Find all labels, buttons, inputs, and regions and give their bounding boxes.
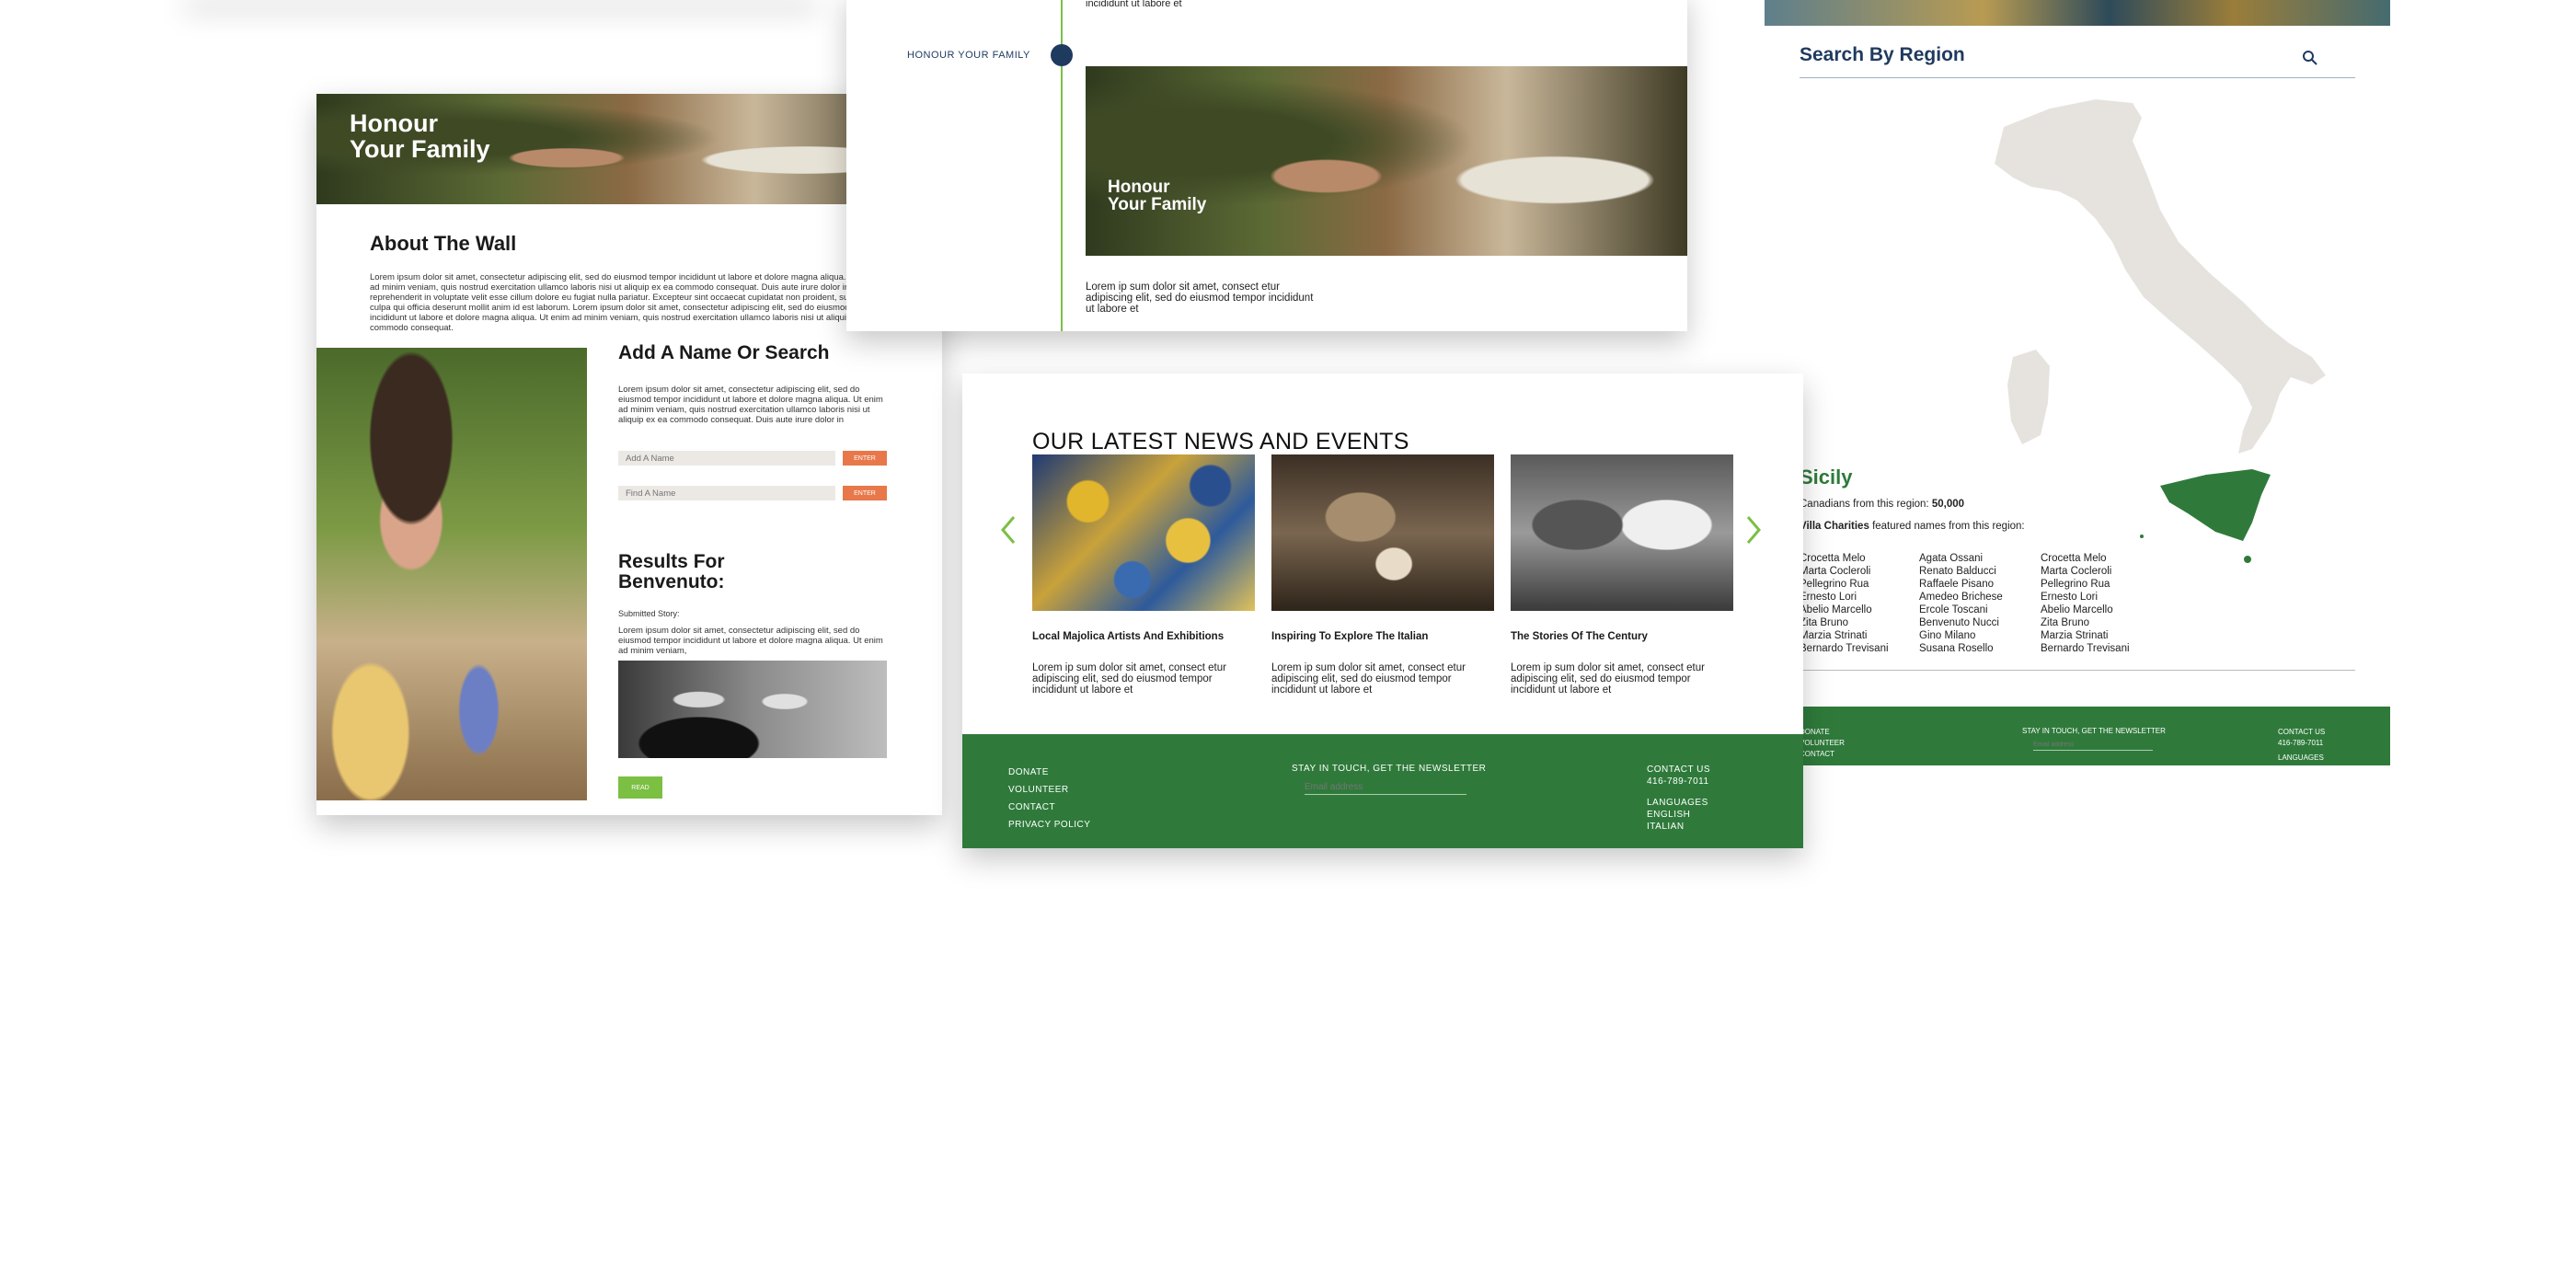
name-entry[interactable]: Amedeo Brichese bbox=[1919, 591, 2003, 604]
news-footer: DONATE VOLUNTEER CONTACT PRIVACY POLICY … bbox=[962, 734, 1803, 848]
region-search-underline bbox=[1800, 77, 2355, 78]
about-text: Lorem ipsum dolor sit amet, consectetur … bbox=[370, 272, 880, 333]
name-entry[interactable]: Raffaele Pisano bbox=[1919, 578, 2003, 591]
name-entry[interactable]: Benvenuto Nucci bbox=[1919, 616, 2003, 629]
name-entry[interactable]: Zita Bruno bbox=[2041, 616, 2130, 629]
news-item[interactable]: Inspiring To Explore The Italian Lorem i… bbox=[1271, 454, 1494, 696]
timeline-node[interactable] bbox=[1051, 44, 1073, 66]
name-entry[interactable]: Zita Bruno bbox=[1800, 616, 1889, 629]
news-email-input[interactable] bbox=[1305, 780, 1466, 795]
results-title: Results For Benvenuto: bbox=[618, 551, 725, 592]
footer-link[interactable]: CONTACT bbox=[1008, 799, 1090, 816]
name-entry[interactable]: Marzia Strinati bbox=[2041, 629, 2130, 642]
name-entry[interactable]: Bernardo Trevisani bbox=[2041, 642, 2130, 655]
timeline-image-title: Honour Your Family bbox=[1108, 178, 1207, 214]
name-entry[interactable]: Renato Balducci bbox=[1919, 565, 2003, 578]
news-contact: CONTACT US 416-789-7011 LANGUAGES ENGLIS… bbox=[1647, 765, 1711, 833]
news-item-title[interactable]: Local Majolica Artists And Exhibitions bbox=[1032, 631, 1255, 642]
news-item[interactable]: Local Majolica Artists And Exhibitions L… bbox=[1032, 454, 1255, 696]
name-entry[interactable]: Ernesto Lori bbox=[2041, 591, 2130, 604]
italy-map[interactable] bbox=[1949, 90, 2335, 569]
add-name-enter-button[interactable]: ENTER bbox=[843, 451, 887, 466]
name-entry[interactable]: Bernardo Trevisani bbox=[1800, 642, 1889, 655]
name-entry[interactable]: Gino Milano bbox=[1919, 629, 2003, 642]
map-sardinia bbox=[2007, 350, 2050, 444]
submitted-label: Submitted Story: bbox=[618, 609, 680, 618]
featured-line: Villa Charities featured names from this… bbox=[1800, 521, 2025, 532]
names-column-2: Agata Ossani Renato Balducci Raffaele Pi… bbox=[1919, 552, 2003, 655]
add-title: Add A Name Or Search bbox=[618, 342, 830, 363]
news-item-text: Lorem ip sum dolor sit amet, consect etu… bbox=[1032, 662, 1226, 696]
news-item-image bbox=[1511, 454, 1733, 611]
region-search-title: Search By Region bbox=[1800, 44, 1965, 65]
chevron-right-icon[interactable] bbox=[1744, 513, 1763, 546]
woman-photo bbox=[316, 348, 587, 800]
region-divider bbox=[1800, 670, 2355, 671]
news-title: OUR LATEST NEWS AND EVENTS bbox=[1032, 429, 1409, 454]
news-newsletter-title: STAY IN TOUCH, GET THE NEWSLETTER bbox=[1292, 764, 1487, 774]
chevron-left-icon[interactable] bbox=[999, 513, 1018, 546]
add-name-input[interactable] bbox=[618, 451, 835, 466]
names-column-1: Crocetta Melo Marta Cocleroli Pellegrino… bbox=[1800, 552, 1889, 655]
news-item-title[interactable]: The Stories Of The Century bbox=[1511, 631, 1733, 642]
footer-link[interactable]: VOLUNTEER bbox=[1800, 738, 1845, 749]
name-entry[interactable]: Marta Cocleroli bbox=[1800, 565, 1889, 578]
read-button[interactable]: READ bbox=[618, 776, 662, 799]
news-item-text: Lorem ip sum dolor sit amet, consect etu… bbox=[1271, 662, 1466, 696]
footer-link[interactable]: CONTACT bbox=[1800, 749, 1845, 760]
add-text: Lorem ipsum dolor sit amet, consectetur … bbox=[618, 385, 883, 425]
map-island-dot bbox=[2244, 556, 2251, 563]
name-entry[interactable]: Agata Ossani bbox=[1919, 552, 2003, 565]
name-entry[interactable]: Crocetta Melo bbox=[1800, 552, 1889, 565]
news-item-image bbox=[1032, 454, 1255, 611]
name-entry[interactable]: Ernesto Lori bbox=[1800, 591, 1889, 604]
region-name: Sicily bbox=[1800, 466, 1853, 489]
region-contact: CONTACT US 416-789-7011 LANGUAGES bbox=[2278, 728, 2326, 762]
region-footer: DONATE VOLUNTEER CONTACT STAY IN TOUCH, … bbox=[1765, 707, 2390, 765]
region-newsletter-title: STAY IN TOUCH, GET THE NEWSLETTER bbox=[2022, 727, 2166, 735]
footer-link[interactable]: PRIVACY POLICY bbox=[1008, 816, 1090, 834]
timeline-label: HONOUR YOUR FAMILY bbox=[907, 50, 1030, 61]
footer-link[interactable]: DONATE bbox=[1008, 764, 1090, 781]
find-name-enter-button[interactable]: ENTER bbox=[843, 486, 887, 500]
map-island-dot-2 bbox=[2140, 535, 2144, 538]
search-icon[interactable] bbox=[2302, 50, 2318, 66]
name-entry[interactable]: Marta Cocleroli bbox=[2041, 565, 2130, 578]
name-entry[interactable]: Marzia Strinati bbox=[1800, 629, 1889, 642]
region-email-input[interactable] bbox=[2033, 740, 2153, 751]
timeline-image bbox=[1086, 66, 1687, 256]
news-item[interactable]: The Stories Of The Century Lorem ip sum … bbox=[1511, 454, 1733, 696]
about-title: About The Wall bbox=[370, 232, 517, 255]
timeline-top-text: incididunt ut labore et bbox=[1086, 0, 1182, 9]
footer-link[interactable]: DONATE bbox=[1800, 727, 1845, 738]
timeline-body-text: Lorem ip sum dolor sit amet, consect etu… bbox=[1086, 282, 1314, 315]
canadians-line: Canadians from this region: 50,000 bbox=[1800, 499, 1965, 510]
map-sicily bbox=[2160, 469, 2271, 541]
news-footer-links: DONATE VOLUNTEER CONTACT PRIVACY POLICY bbox=[1008, 764, 1090, 834]
name-entry[interactable]: Susana Rosello bbox=[1919, 642, 2003, 655]
couple-photo bbox=[618, 661, 887, 758]
region-top-image bbox=[1765, 0, 2390, 26]
timeline-page-card: incididunt ut labore et HONOUR YOUR FAMI… bbox=[846, 0, 1687, 331]
hero-title: Honour Your Family bbox=[350, 109, 490, 163]
footer-link[interactable]: VOLUNTEER bbox=[1008, 781, 1090, 799]
name-entry[interactable]: Abelio Marcello bbox=[1800, 604, 1889, 616]
name-entry[interactable]: Abelio Marcello bbox=[2041, 604, 2130, 616]
language-link[interactable]: ENGLISH bbox=[1647, 809, 1710, 821]
region-page-card: Search By Region Sicily Canadians from t… bbox=[1765, 0, 2390, 765]
name-entry[interactable]: Crocetta Melo bbox=[2041, 552, 2130, 565]
find-name-input[interactable] bbox=[618, 486, 835, 500]
name-entry[interactable]: Ercole Toscani bbox=[1919, 604, 2003, 616]
news-page-card: OUR LATEST NEWS AND EVENTS Local Majolic… bbox=[962, 374, 1803, 848]
news-item-title[interactable]: Inspiring To Explore The Italian bbox=[1271, 631, 1494, 642]
news-item-image bbox=[1271, 454, 1494, 611]
name-entry[interactable]: Pellegrino Rua bbox=[2041, 578, 2130, 591]
language-link[interactable]: ITALIAN bbox=[1647, 821, 1710, 833]
names-column-3: Crocetta Melo Marta Cocleroli Pellegrino… bbox=[2041, 552, 2130, 655]
news-item-text: Lorem ip sum dolor sit amet, consect etu… bbox=[1511, 662, 1705, 696]
story-text: Lorem ipsum dolor sit amet, consectetur … bbox=[618, 626, 883, 656]
name-entry[interactable]: Pellegrino Rua bbox=[1800, 578, 1889, 591]
region-footer-links: DONATE VOLUNTEER CONTACT bbox=[1800, 727, 1845, 760]
